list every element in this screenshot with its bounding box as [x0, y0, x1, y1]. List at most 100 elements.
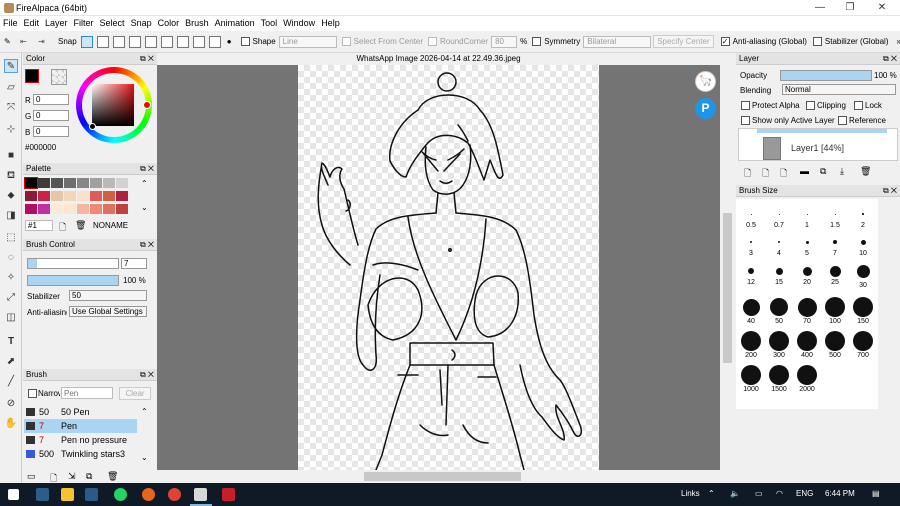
- links-toolbar[interactable]: Links: [681, 489, 700, 498]
- new-1bit-layer-icon[interactable]: 🗋: [780, 166, 787, 182]
- brush-size-dot[interactable]: [741, 365, 761, 385]
- palette-swatch[interactable]: [38, 191, 50, 201]
- new-layer-icon[interactable]: 🗋: [744, 166, 751, 182]
- r-input[interactable]: 0: [33, 94, 69, 105]
- palette-swatch[interactable]: [103, 178, 115, 188]
- transform-tool-icon[interactable]: ⊹: [4, 123, 18, 137]
- magic-wand-icon[interactable]: ✧: [4, 271, 18, 285]
- brush-size-dot[interactable]: [797, 331, 817, 351]
- brush-clear-button[interactable]: Clear: [119, 387, 151, 400]
- palette-swatch[interactable]: [90, 204, 102, 214]
- brush-new-folder-icon[interactable]: ▭: [27, 471, 36, 482]
- nav-left-icon[interactable]: ⇤: [20, 37, 32, 46]
- layer-opacity-slider[interactable]: [780, 70, 872, 81]
- eyedropper-icon[interactable]: ⊘: [4, 397, 18, 411]
- app-red-icon[interactable]: [222, 488, 235, 501]
- palette-swatch[interactable]: [51, 191, 63, 201]
- firefox-icon[interactable]: [142, 488, 155, 501]
- brush-opacity-slider[interactable]: [27, 275, 119, 286]
- close-button[interactable]: ✕: [872, 2, 892, 14]
- notification-icon[interactable]: ▤: [872, 489, 880, 498]
- new-8bit-layer-icon[interactable]: 🗋: [762, 166, 769, 182]
- battery-icon[interactable]: ▭: [755, 489, 763, 498]
- palette-delete-icon[interactable]: 🗑: [75, 220, 86, 231]
- gradient-tool-icon[interactable]: ◨: [4, 209, 18, 223]
- lasso-tool-icon[interactable]: ◌: [4, 251, 18, 265]
- palette-swatch[interactable]: [38, 178, 50, 188]
- brush-size-dot[interactable]: [742, 298, 760, 316]
- brush-duplicate-icon[interactable]: ⧉: [86, 471, 92, 482]
- brush-size-dot[interactable]: [806, 213, 808, 215]
- fill-tool-icon[interactable]: ⬥: [4, 189, 18, 203]
- brush-size-dot[interactable]: [834, 213, 836, 215]
- nav-right-icon[interactable]: ⇥: [38, 37, 50, 46]
- sv-picker-handle[interactable]: [89, 123, 96, 130]
- eraser-tool-icon[interactable]: ▱: [4, 81, 18, 95]
- brush-size-dot[interactable]: [853, 297, 873, 317]
- brush-list-up-icon[interactable]: ⌃: [141, 407, 148, 416]
- stabilizer-select[interactable]: 50: [69, 290, 147, 301]
- brush-size-dot[interactable]: [741, 331, 761, 351]
- menu-window[interactable]: Window: [280, 16, 318, 31]
- panel-close-icon[interactable]: ⧉ ✕: [140, 239, 154, 251]
- palette-swatch[interactable]: [77, 178, 89, 188]
- snap-cross-icon[interactable]: [112, 35, 125, 48]
- toolbar-more-icon[interactable]: »: [897, 37, 900, 46]
- drawing-canvas[interactable]: [298, 65, 599, 470]
- brush-size-dot[interactable]: [769, 365, 789, 385]
- hue-picker-handle[interactable]: [143, 101, 151, 109]
- palette-new-icon[interactable]: 🗋: [59, 220, 66, 236]
- brush-size-dot[interactable]: [802, 266, 812, 276]
- duplicate-layer-icon[interactable]: ⧉: [820, 166, 826, 177]
- frame-tool-icon[interactable]: ⬈: [4, 355, 18, 369]
- wifi-icon[interactable]: ◠: [776, 489, 783, 498]
- b-input[interactable]: 0: [33, 126, 69, 137]
- palette-swatch[interactable]: [103, 204, 115, 214]
- secondary-color-swatch[interactable]: [51, 69, 67, 85]
- palette-swatch[interactable]: [51, 204, 63, 214]
- narrow-checkbox[interactable]: [28, 389, 37, 398]
- brush-list-item[interactable]: 500 Twinkling stars3: [24, 447, 137, 461]
- menu-snap[interactable]: Snap: [128, 16, 155, 31]
- brush-size-slider[interactable]: [27, 258, 119, 269]
- panel-close-icon[interactable]: ⧉ ✕: [140, 369, 154, 381]
- hand-tool-icon[interactable]: ✋: [4, 417, 18, 431]
- rect-fill-icon[interactable]: ■: [4, 149, 18, 163]
- brush-size-dot[interactable]: [833, 240, 837, 244]
- select-from-center-checkbox[interactable]: [341, 37, 351, 46]
- language-indicator[interactable]: ENG: [796, 489, 813, 498]
- file-explorer-icon[interactable]: [61, 488, 74, 501]
- menu-tool[interactable]: Tool: [258, 16, 281, 31]
- brush-size-dot[interactable]: [778, 213, 780, 215]
- symmetry-checkbox[interactable]: [532, 37, 542, 46]
- palette-swatch[interactable]: [77, 204, 89, 214]
- specify-center-button[interactable]: Specify Center: [653, 35, 714, 48]
- brush-list-item[interactable]: 7 Pen: [24, 419, 137, 433]
- vertical-scrollbar[interactable]: [720, 53, 735, 470]
- primary-color-swatch[interactable]: [25, 69, 39, 83]
- palette-swatch[interactable]: [64, 178, 76, 188]
- show-active-layer-checkbox[interactable]: [741, 116, 750, 125]
- brush-list-down-icon[interactable]: ⌄: [141, 453, 148, 462]
- line-tool-icon[interactable]: ╱: [4, 375, 18, 389]
- vertical-scroll-thumb[interactable]: [723, 213, 732, 363]
- brush-size-dot[interactable]: [750, 241, 752, 243]
- move-tool-icon[interactable]: ⤧: [4, 101, 18, 115]
- palette-swatch[interactable]: [77, 191, 89, 201]
- brush-size-dot[interactable]: [775, 267, 783, 275]
- brush-search-input[interactable]: [61, 387, 113, 399]
- brush-size-dot[interactable]: [825, 297, 845, 317]
- palette-swatch[interactable]: [116, 191, 128, 201]
- menu-edit[interactable]: Edit: [21, 16, 43, 31]
- palette-swatch[interactable]: [51, 178, 63, 188]
- pen-tool-icon[interactable]: ✎: [4, 59, 18, 73]
- pin-icon[interactable]: ✎: [4, 37, 16, 46]
- snap-dot-icon[interactable]: ●: [227, 37, 232, 46]
- brush-size-dot[interactable]: [797, 297, 817, 317]
- alpaca-mascot-icon[interactable]: 🦙: [695, 71, 716, 92]
- palette-swatch[interactable]: [24, 177, 38, 189]
- palette-swatch[interactable]: [90, 178, 102, 188]
- menu-select[interactable]: Select: [97, 16, 128, 31]
- reference-checkbox[interactable]: [838, 116, 847, 125]
- panel-close-icon[interactable]: ⧉ ✕: [140, 163, 154, 175]
